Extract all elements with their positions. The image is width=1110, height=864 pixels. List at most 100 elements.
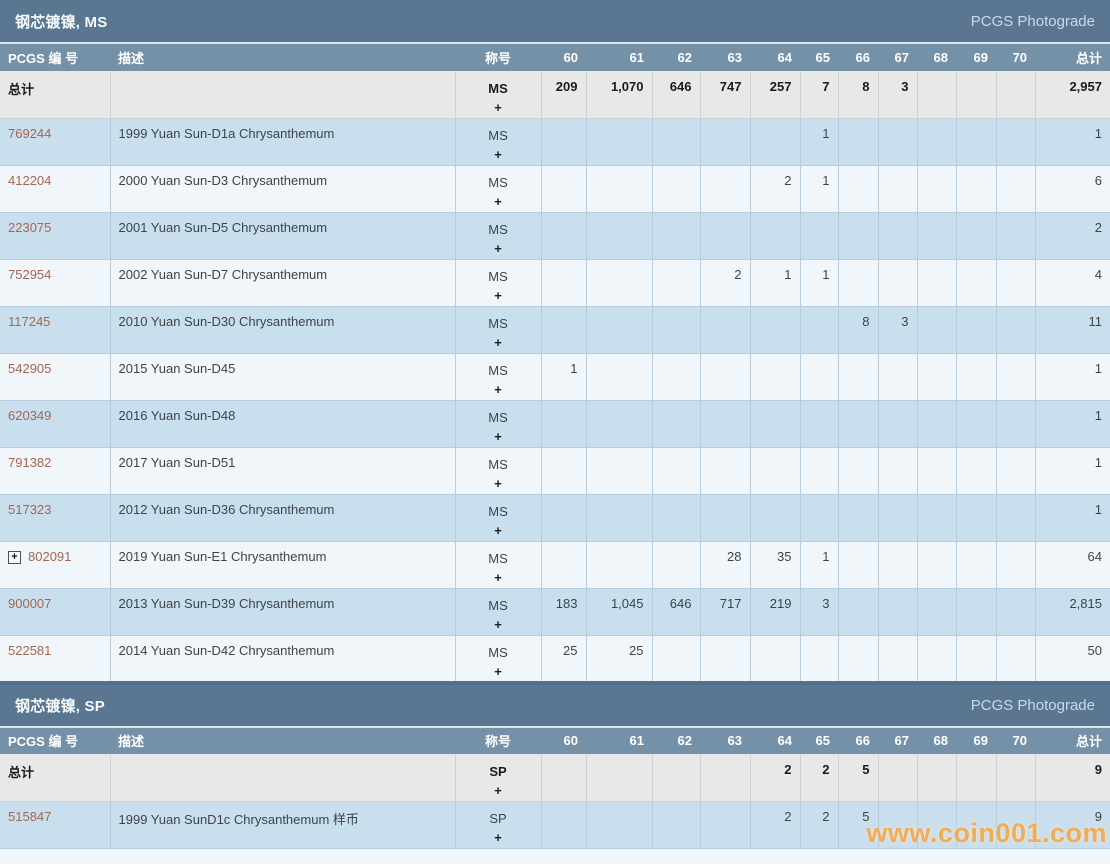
description-cell: 2002 Yuan Sun-D7 Chrysanthemum [109, 258, 456, 307]
plus-designation-toggle[interactable]: + [458, 427, 539, 446]
grade-64-cell [749, 211, 801, 260]
pcgs-number-link[interactable]: 769244 [8, 126, 51, 141]
grade-64-cell: 2 [749, 801, 801, 849]
description-cell: 2000 Yuan Sun-D3 Chrysanthemum [109, 164, 456, 213]
pcgs-number-link[interactable]: 412204 [8, 173, 51, 188]
totals-grade-64-cell: 257 [749, 70, 801, 119]
plus-designation-toggle[interactable]: + [458, 662, 539, 681]
plus-designation-toggle[interactable]: + [458, 474, 539, 493]
grade-62-cell [651, 305, 701, 354]
plus-designation-toggle[interactable]: + [458, 286, 539, 305]
grade-65-cell [799, 399, 839, 448]
grade-60-cell [540, 211, 587, 260]
pcgs-number-link[interactable]: 900007 [8, 596, 51, 611]
plus-designation-toggle[interactable]: + [458, 781, 539, 800]
row-total-cell: 6 [1034, 164, 1110, 213]
grade-67-cell [877, 587, 918, 636]
pcgs-number-link[interactable]: 223075 [8, 220, 51, 235]
pcgs-number-link[interactable]: 752954 [8, 267, 51, 282]
population-grid: PCGS 编 号描述 称号 60 61 62 63 64 65 66 67 68 69 70 总计 总计 M… [0, 44, 1110, 684]
table-row: 791382 2017 Yuan Sun-D51 MS +1 [0, 446, 1110, 495]
col-header-total: 总计 [1035, 44, 1110, 72]
designation-label: MS [488, 456, 508, 472]
totals-grade-67-cell [877, 754, 918, 802]
grade-70-cell [995, 540, 1036, 589]
designation-cell: SP + [454, 801, 542, 849]
grade-69-cell [955, 117, 997, 166]
grade-65-cell: 1 [799, 258, 839, 307]
grade-64-cell: 2 [749, 164, 801, 213]
grade-66-cell [837, 117, 879, 166]
grade-61-cell [585, 540, 653, 589]
description-cell: 1999 Yuan Sun-D1a Chrysanthemum [109, 117, 456, 166]
plus-designation-toggle[interactable]: + [458, 333, 539, 352]
pcgs-number-link[interactable]: 515847 [8, 809, 51, 824]
totals-row: 总计 SP +2 2 5 9 [0, 754, 1110, 802]
col-header-description: 描述 [110, 727, 455, 755]
photograde-link[interactable]: PCGS Photograde [971, 697, 1095, 714]
plus-designation-toggle[interactable]: + [458, 98, 539, 117]
table-row: 515847 1999 Yuan SunD1c Chrysanthemum 样币 S… [0, 801, 1110, 849]
grade-65-cell [799, 446, 839, 495]
col-header-grade-66: 66 [838, 44, 878, 72]
designation-label: MS [488, 644, 508, 660]
col-header-grade-65: 65 [800, 727, 838, 755]
plus-designation-toggle[interactable]: + [458, 145, 539, 164]
grade-70-cell [995, 587, 1036, 636]
col-header-pcgs-number: PCGS 编 号 [0, 727, 110, 755]
plus-designation-toggle[interactable]: + [458, 380, 539, 399]
grade-66-cell [837, 352, 879, 401]
grade-61-cell [585, 164, 653, 213]
row-total-cell: 1 [1034, 446, 1110, 495]
photograde-link[interactable]: PCGS Photograde [971, 13, 1095, 30]
pcgs-number-link[interactable]: 522581 [8, 643, 51, 658]
plus-designation-toggle[interactable]: + [458, 828, 539, 847]
plus-designation-toggle[interactable]: + [458, 615, 539, 634]
table-title-bar: 钢芯镀镍, SP PCGS Photograde [0, 683, 1110, 728]
grade-66-cell [837, 446, 879, 495]
grade-63-cell [699, 634, 751, 683]
pcgs-number-link[interactable]: 542905 [8, 361, 51, 376]
grade-61-cell [585, 352, 653, 401]
grade-67-cell [877, 399, 918, 448]
pcgs-number-link[interactable]: 620349 [8, 408, 51, 423]
designation-label: MS [488, 503, 508, 519]
table-row: +802091 2019 Yuan Sun-E1 Chrysanthemum MS +… [0, 540, 1110, 589]
grade-70-cell [995, 352, 1036, 401]
plus-designation-toggle[interactable]: + [458, 568, 539, 587]
grade-68-cell [916, 117, 957, 166]
expand-icon[interactable]: + [8, 550, 21, 564]
grade-61-cell [585, 258, 653, 307]
table-title: 钢芯镀镍, SP [15, 697, 105, 715]
description-cell: 2010 Yuan Sun-D30 Chrysanthemum [109, 305, 456, 354]
totals-grade-66-cell: 8 [837, 70, 879, 119]
grade-70-cell [995, 801, 1036, 849]
description-cell: 2014 Yuan Sun-D42 Chrysanthemum [109, 634, 456, 683]
plus-designation-toggle[interactable]: + [458, 239, 539, 258]
plus-designation-toggle[interactable]: + [458, 521, 539, 540]
designation-cell: MS + [454, 352, 542, 401]
row-total-cell: 2 [1034, 211, 1110, 260]
col-header-grade-66: 66 [838, 727, 878, 755]
pcgs-number-link[interactable]: 517323 [8, 502, 51, 517]
grade-65-cell: 2 [799, 801, 839, 849]
totals-grade-60-cell: 209 [540, 70, 587, 119]
grade-60-cell: 1 [540, 352, 587, 401]
grade-63-cell [699, 352, 751, 401]
description-cell: 2001 Yuan Sun-D5 Chrysanthemum [109, 211, 456, 260]
pcgs-number-link[interactable]: 802091 [28, 549, 71, 564]
description-cell: 2019 Yuan Sun-E1 Chrysanthemum [109, 540, 456, 589]
pcgs-number-link[interactable]: 117245 [8, 314, 50, 329]
grade-69-cell [955, 801, 997, 849]
grade-68-cell [916, 493, 957, 542]
grade-65-cell: 1 [799, 540, 839, 589]
grade-63-cell: 28 [699, 540, 751, 589]
row-total-cell: 4 [1034, 258, 1110, 307]
grade-69-cell [955, 446, 997, 495]
grade-70-cell [995, 634, 1036, 683]
pcgs-number-link[interactable]: 791382 [8, 455, 51, 470]
row-total-cell: 11 [1034, 305, 1110, 354]
col-header-description: 描述 [110, 44, 455, 72]
grade-65-cell [799, 305, 839, 354]
plus-designation-toggle[interactable]: + [458, 192, 539, 211]
